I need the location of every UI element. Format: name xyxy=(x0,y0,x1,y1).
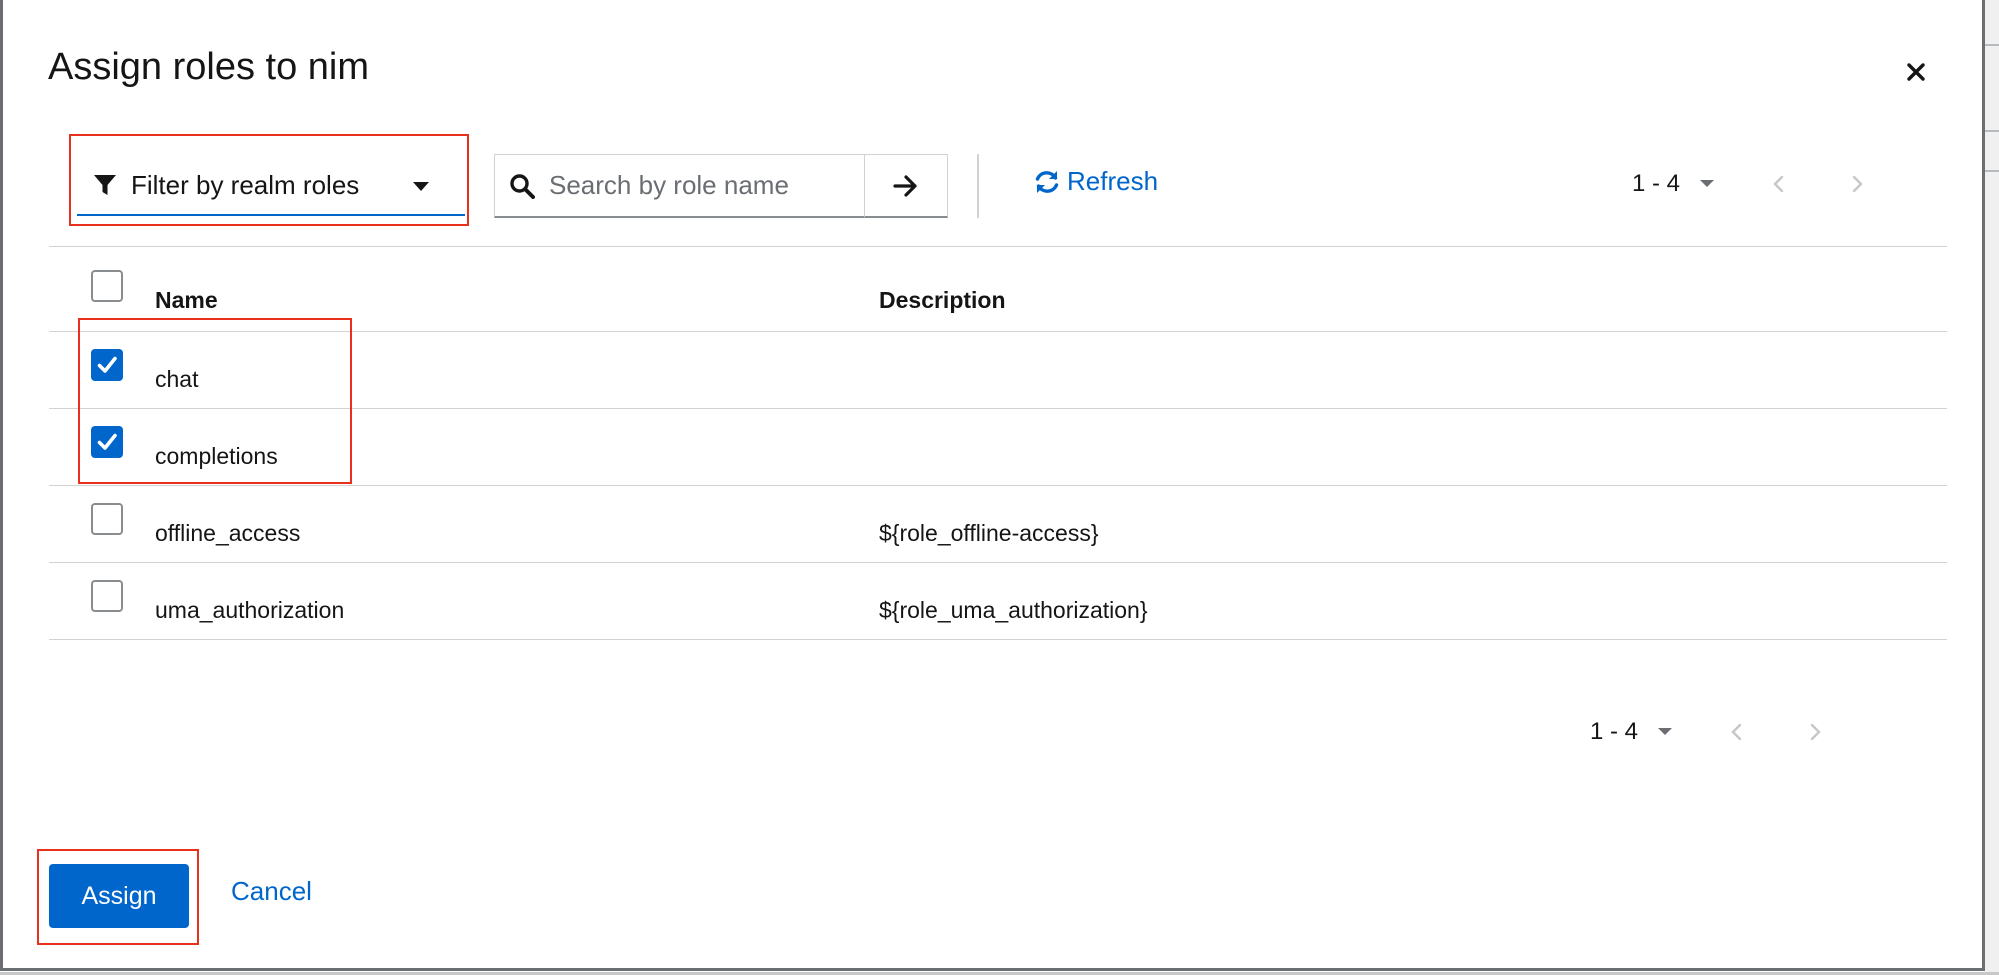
chevron-left-icon[interactable] xyxy=(1772,175,1784,193)
pagination-range[interactable]: 1 - 4 xyxy=(1632,170,1680,198)
arrow-right-icon xyxy=(893,174,917,197)
close-button[interactable] xyxy=(1898,52,1934,92)
filter-dropdown[interactable]: Filter by realm roles xyxy=(77,156,465,216)
role-name: chat xyxy=(155,366,199,392)
select-all-checkbox[interactable] xyxy=(91,270,123,302)
search-submit-button[interactable] xyxy=(865,154,948,218)
backdrop-page xyxy=(1985,0,1999,975)
row-checkbox[interactable] xyxy=(91,503,123,535)
role-description: ${role_offline-access} xyxy=(879,520,1099,546)
pagination-range[interactable]: 1 - 4 xyxy=(1590,718,1638,746)
role-description: ${role_uma_authorization} xyxy=(879,597,1148,623)
checkmark-icon xyxy=(97,433,117,450)
filter-icon xyxy=(94,175,116,195)
backdrop-divider xyxy=(1985,130,1999,132)
toolbar-divider xyxy=(977,154,979,218)
table-header-row: Name Description xyxy=(49,246,1947,332)
modal-title: Assign roles to nim xyxy=(48,46,370,88)
refresh-label: Refresh xyxy=(1067,166,1159,196)
refresh-icon xyxy=(1035,170,1059,193)
filter-dropdown-label: Filter by realm roles xyxy=(131,169,360,200)
backdrop-divider xyxy=(1985,44,1999,46)
row-checkbox[interactable] xyxy=(91,580,123,612)
column-header-description: Description xyxy=(879,287,1006,313)
table-row: chat xyxy=(49,332,1947,409)
backdrop-divider xyxy=(1985,170,1999,172)
pagination-bottom: 1 - 4 xyxy=(1590,718,1822,746)
table-row: completions xyxy=(49,409,1947,486)
checkmark-icon xyxy=(97,356,117,373)
assign-roles-modal: Assign roles to nim Filter by realm role… xyxy=(0,0,1985,971)
row-checkbox[interactable] xyxy=(91,426,123,458)
row-checkbox[interactable] xyxy=(91,349,123,381)
chevron-left-icon[interactable] xyxy=(1730,723,1742,741)
search-input[interactable] xyxy=(547,169,861,202)
role-name: offline_access xyxy=(155,520,301,546)
table-row: uma_authorization ${role_uma_authorizati… xyxy=(49,563,1947,640)
chevron-right-icon[interactable] xyxy=(1810,723,1822,741)
assign-button[interactable]: Assign xyxy=(49,864,189,928)
caret-down-icon[interactable] xyxy=(1658,728,1673,736)
close-icon xyxy=(1907,63,1925,81)
role-name: uma_authorization xyxy=(155,597,345,623)
cancel-button[interactable]: Cancel xyxy=(231,876,312,907)
table-row: offline_access ${role_offline-access} xyxy=(49,486,1947,563)
pagination-top: 1 - 4 xyxy=(1632,170,1864,198)
caret-down-icon xyxy=(413,182,429,191)
refresh-button[interactable]: Refresh xyxy=(1033,166,1158,197)
roles-table: Name Description chat completions offlin… xyxy=(49,246,1947,640)
caret-down-icon[interactable] xyxy=(1700,180,1715,188)
chevron-right-icon[interactable] xyxy=(1852,175,1864,193)
role-name: completions xyxy=(155,443,278,469)
search-field xyxy=(494,154,865,218)
search-icon xyxy=(510,173,535,199)
column-header-name[interactable]: Name xyxy=(155,287,218,314)
